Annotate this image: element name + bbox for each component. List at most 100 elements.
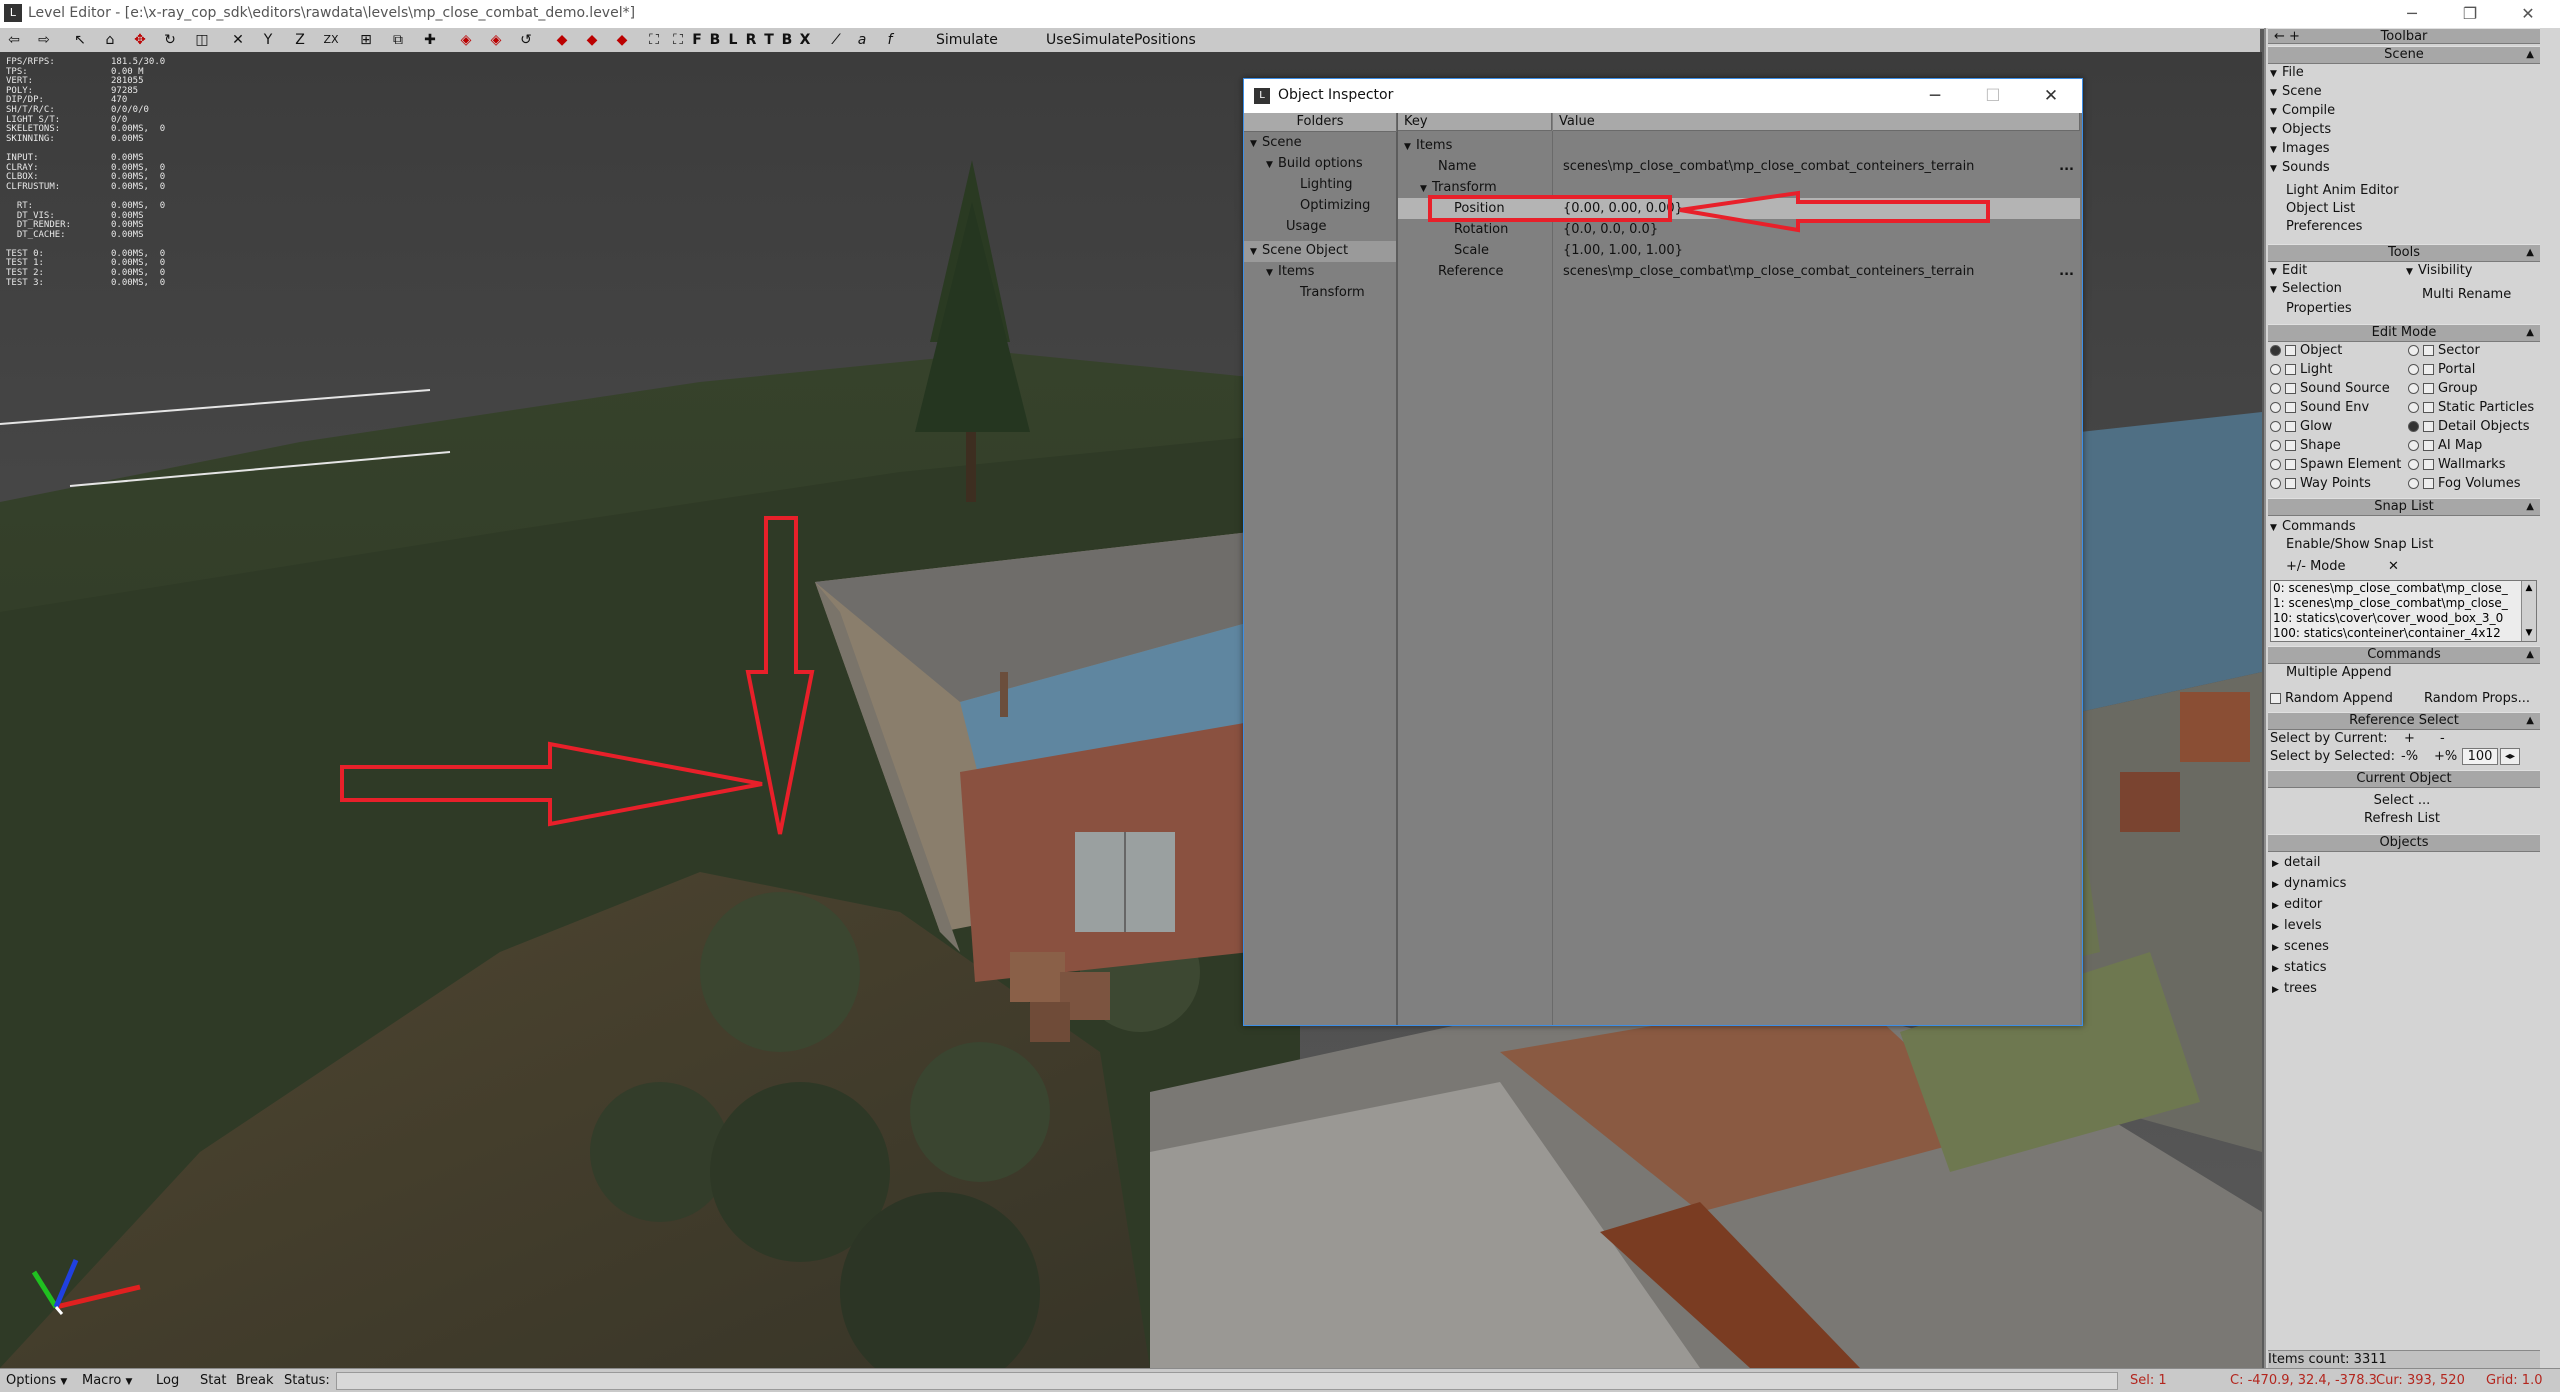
object-folder-scenes[interactable]: ▶ scenes bbox=[2272, 938, 2329, 957]
scene-menu-file[interactable]: ▼ File bbox=[2270, 64, 2304, 83]
checkbox-icon[interactable] bbox=[2285, 478, 2296, 489]
edit-mode-detail-objects[interactable]: Detail Objects bbox=[2408, 418, 2530, 435]
options-menu[interactable]: Options ▼ bbox=[6, 1372, 67, 1391]
axis-y-button[interactable]: Y bbox=[258, 30, 278, 50]
radio-icon[interactable] bbox=[2408, 440, 2419, 451]
camera-f-icon[interactable]: f bbox=[880, 30, 900, 50]
folder-usage[interactable]: Usage bbox=[1286, 217, 1327, 237]
checkbox-icon[interactable] bbox=[2285, 383, 2296, 394]
view-front-button[interactable]: F bbox=[690, 30, 704, 50]
key-column-header[interactable]: Key bbox=[1398, 113, 1552, 131]
radio-icon[interactable] bbox=[2408, 383, 2419, 394]
expand-triangle-icon[interactable]: ▼ bbox=[1266, 263, 1278, 283]
expand-triangle-icon[interactable]: ▶ bbox=[2272, 982, 2284, 999]
collapse-chevron-icon[interactable]: ▲ bbox=[2526, 245, 2534, 261]
name-browse-button[interactable]: ... bbox=[2059, 156, 2074, 177]
inspector-minimize-button[interactable]: ─ bbox=[1906, 79, 1964, 113]
selection-menu[interactable]: ▼ Selection bbox=[2270, 280, 2342, 299]
magnet-icon[interactable]: ◈ bbox=[456, 30, 476, 50]
snap-list[interactable]: 0: scenes\mp_close_combat\mp_close_ 1: s… bbox=[2270, 580, 2537, 642]
scroll-down-icon[interactable]: ▼ bbox=[2522, 626, 2536, 641]
reference-browse-button[interactable]: ... bbox=[2059, 261, 2074, 282]
light-anim-editor-button[interactable]: Light Anim Editor bbox=[2286, 182, 2399, 199]
scene-menu-compile[interactable]: ▼ Compile bbox=[2270, 102, 2335, 121]
folder-lighting[interactable]: Lighting bbox=[1300, 175, 1353, 195]
edit-mode-glow[interactable]: Glow bbox=[2270, 418, 2332, 435]
tools-section-header[interactable]: Tools ▲ bbox=[2268, 244, 2540, 262]
folder-items[interactable]: ▼ Items bbox=[1266, 262, 1314, 283]
collapse-chevron-icon[interactable]: ▲ bbox=[2526, 647, 2534, 663]
prop-row-name[interactable]: Name scenes\mp_close_combat\mp_close_com… bbox=[1398, 156, 2080, 177]
snap-list-scrollbar[interactable]: ▲ ▼ bbox=[2521, 581, 2536, 641]
break-button[interactable]: Break bbox=[236, 1372, 273, 1389]
enable-show-snap-list-button[interactable]: Enable/Show Snap List bbox=[2286, 536, 2433, 553]
snap-icon[interactable]: ⧉ bbox=[388, 30, 408, 50]
prop-row-scale[interactable]: Scale {1.00, 1.00, 1.00} bbox=[1398, 240, 2080, 261]
axis-zx-button[interactable]: ZX bbox=[318, 30, 344, 50]
expand-triangle-icon[interactable]: ▼ bbox=[1250, 242, 1262, 262]
checkbox-icon[interactable] bbox=[2285, 421, 2296, 432]
folder-transform[interactable]: Transform bbox=[1300, 283, 1365, 303]
expand-triangle-icon[interactable]: ▼ bbox=[1266, 155, 1278, 175]
object-folder-dynamics[interactable]: ▶ dynamics bbox=[2272, 875, 2346, 894]
snap-clear-button[interactable]: ✕ bbox=[2388, 558, 2399, 575]
prop-row-reference[interactable]: Reference scenes\mp_close_combat\mp_clos… bbox=[1398, 261, 2080, 282]
radio-icon[interactable] bbox=[2408, 364, 2419, 375]
collapse-chevron-icon[interactable]: ▲ bbox=[2526, 47, 2534, 63]
edit-mode-sound-env[interactable]: Sound Env bbox=[2270, 399, 2369, 416]
radio-icon[interactable] bbox=[2270, 421, 2281, 432]
folder-scene[interactable]: ▼ Scene bbox=[1250, 133, 1302, 154]
radio-icon[interactable] bbox=[2408, 421, 2419, 432]
edit-mode-wallmarks[interactable]: Wallmarks bbox=[2408, 456, 2506, 473]
radio-icon[interactable] bbox=[2408, 459, 2419, 470]
collapse-chevron-icon[interactable]: ▲ bbox=[2526, 499, 2534, 515]
commands-menu[interactable]: ▼ Commands bbox=[2270, 518, 2356, 537]
radio-icon[interactable] bbox=[2408, 345, 2419, 356]
scroll-up-icon[interactable]: ▲ bbox=[2522, 581, 2536, 596]
multiple-append-button[interactable]: Multiple Append bbox=[2286, 664, 2392, 681]
camera-icon[interactable]: ⌂ bbox=[100, 30, 120, 50]
edit-mode-way-points[interactable]: Way Points bbox=[2270, 475, 2371, 492]
snap-list-section-header[interactable]: Snap List ▲ bbox=[2268, 498, 2540, 516]
edit-mode-portal[interactable]: Portal bbox=[2408, 361, 2475, 378]
perspective-icon[interactable]: ⁄ bbox=[826, 30, 846, 50]
prop-value-rotation[interactable]: {0.0, 0.0, 0.0} bbox=[1563, 219, 1658, 240]
multi-rename-button[interactable]: Multi Rename bbox=[2422, 286, 2511, 303]
scene-menu-scene[interactable]: ▼ Scene bbox=[2270, 83, 2322, 102]
snap-list-item[interactable]: 1: scenes\mp_close_combat\mp_close_ bbox=[2271, 596, 2536, 611]
snap-mode-button[interactable]: +/- Mode bbox=[2286, 558, 2346, 575]
radio-icon[interactable] bbox=[2270, 383, 2281, 394]
edit-mode-spawn-element[interactable]: Spawn Element bbox=[2270, 456, 2401, 473]
edit-mode-sector[interactable]: Sector bbox=[2408, 342, 2480, 359]
object-list-button[interactable]: Object List bbox=[2286, 200, 2355, 217]
select-object-button[interactable]: Select ... bbox=[2266, 792, 2538, 809]
expand-triangle-icon[interactable]: ▶ bbox=[2272, 961, 2284, 978]
move-icon[interactable]: ✥ bbox=[130, 30, 150, 50]
normal-snap-icon[interactable]: ◆ bbox=[612, 30, 632, 50]
view-reset-button[interactable]: X bbox=[798, 30, 812, 50]
checkbox-icon[interactable] bbox=[2270, 693, 2281, 704]
toolbar-panel-header[interactable]: ← + Toolbar bbox=[2268, 28, 2540, 44]
object-folder-trees[interactable]: ▶ trees bbox=[2272, 980, 2317, 999]
scale-snap-icon[interactable]: ◆ bbox=[582, 30, 602, 50]
prop-value-reference[interactable]: scenes\mp_close_combat\mp_close_combat_c… bbox=[1563, 261, 1974, 282]
log-button[interactable]: Log bbox=[156, 1372, 179, 1389]
prop-row-rotation[interactable]: Rotation {0.0, 0.0, 0.0} bbox=[1398, 219, 2080, 240]
inspector-title-bar[interactable]: L Object Inspector ─ ☐ ✕ bbox=[1244, 79, 2082, 113]
view-bottom-button[interactable]: B bbox=[780, 30, 794, 50]
view-left-button[interactable]: L bbox=[726, 30, 740, 50]
select-arrow-icon[interactable]: ↖ bbox=[70, 30, 90, 50]
restore-button[interactable]: ❐ bbox=[2442, 0, 2498, 28]
select-by-current-minus-button[interactable]: - bbox=[2440, 730, 2445, 747]
properties-button[interactable]: Properties bbox=[2286, 300, 2352, 317]
view-right-button[interactable]: R bbox=[744, 30, 758, 50]
percent-input[interactable]: 100 bbox=[2462, 748, 2498, 765]
redo-icon[interactable]: ⇨ bbox=[34, 30, 54, 50]
radio-icon[interactable] bbox=[2270, 459, 2281, 470]
checkbox-icon[interactable] bbox=[2423, 421, 2434, 432]
scale-icon[interactable]: ◫ bbox=[192, 30, 212, 50]
expand-triangle-icon[interactable]: ▼ bbox=[1420, 179, 1432, 200]
prop-value-position[interactable]: {0.00, 0.00, 0.00} bbox=[1563, 198, 1683, 219]
checkbox-icon[interactable] bbox=[2423, 440, 2434, 451]
grid-icon[interactable]: ⊞ bbox=[356, 30, 376, 50]
